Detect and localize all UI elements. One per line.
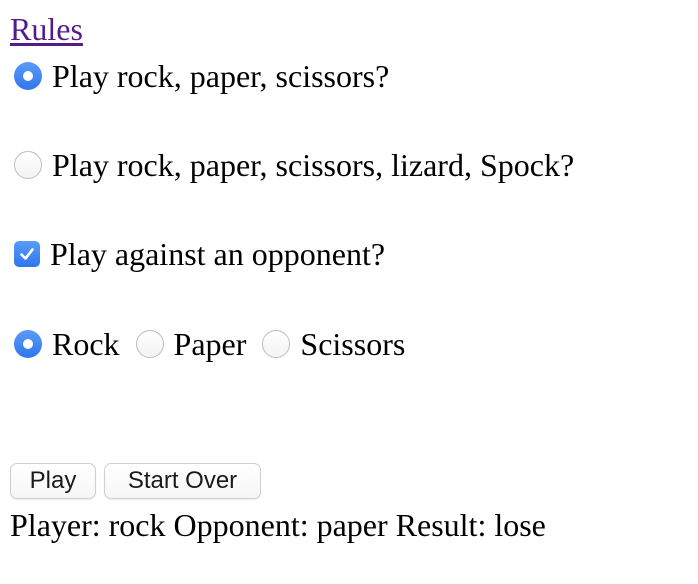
opponent-checkbox[interactable] [14, 241, 40, 267]
choice-label-scissors: Scissors [300, 326, 406, 362]
choice-radio-paper[interactable] [135, 330, 164, 358]
choice-label-rock: Rock [52, 326, 120, 362]
choice-paper[interactable]: Paper [135, 324, 247, 364]
mode-label-rpsls: Play rock, paper, scissors, lizard, Spoc… [52, 147, 575, 183]
choice-radio-rock[interactable] [14, 330, 42, 358]
status-result: Result: lose [395, 507, 546, 543]
game-status: Player: rock Opponent: paper Result: lose [10, 505, 546, 545]
choice-options: Rock Paper Scissors [14, 324, 405, 364]
opponent-option[interactable]: Play against an opponent? [14, 234, 385, 274]
rules-link[interactable]: Rules [10, 10, 83, 48]
mode-radio-rpsls[interactable] [14, 151, 42, 179]
status-player: Player: rock [10, 507, 166, 543]
choice-radio-scissors[interactable] [262, 330, 291, 358]
checkmark-icon [20, 248, 34, 260]
mode-option-rpsls[interactable]: Play rock, paper, scissors, lizard, Spoc… [14, 145, 574, 185]
choice-rock[interactable]: Rock [14, 324, 120, 364]
start-over-button[interactable]: Start Over [104, 463, 261, 499]
opponent-label: Play against an opponent? [50, 236, 386, 272]
mode-option-rps[interactable]: Play rock, paper, scissors? [14, 56, 389, 96]
choice-scissors[interactable]: Scissors [262, 324, 405, 364]
status-opponent: Opponent: paper [173, 507, 388, 543]
mode-radio-rps[interactable] [14, 62, 42, 90]
choice-label-paper: Paper [173, 326, 247, 362]
play-button[interactable]: Play [10, 463, 96, 499]
mode-label-rps: Play rock, paper, scissors? [52, 58, 390, 94]
